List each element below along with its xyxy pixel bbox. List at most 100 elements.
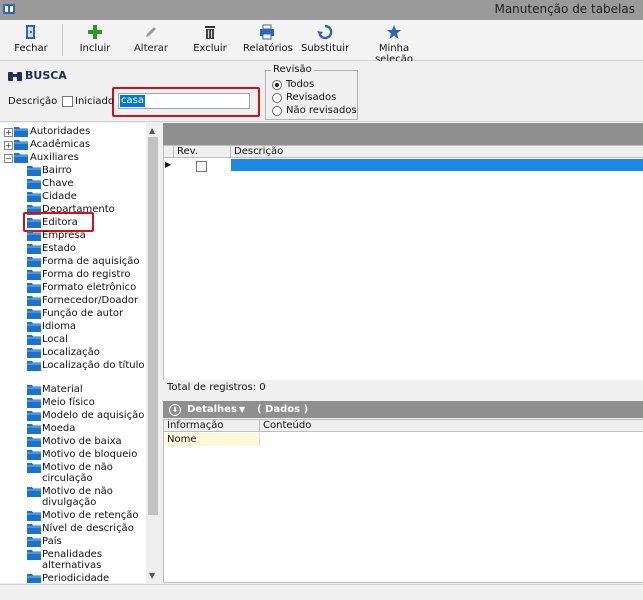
search-input[interactable]: casa [118,93,250,109]
grid-group-header [163,123,643,145]
star-icon [387,25,401,39]
radio-todos-label: Todos [286,79,315,90]
info-cell-nome: Nome [164,433,260,446]
folder-icon [27,574,41,583]
tree-item-label: Estado [42,243,77,254]
details-title: Detalhes [187,404,237,415]
folder-icon [14,153,28,163]
folder-icon [27,335,41,345]
tree-item-label: Motivo de retenção [42,510,139,521]
column-header-descricao[interactable]: Descrição [231,146,643,158]
incluir-button[interactable]: Incluir [70,24,120,58]
descricao-cell-selected[interactable] [231,159,643,171]
folder-icon [27,385,41,395]
tree-item-label: Meio físico [42,397,95,408]
search-panel: BUSCA Descrição Iniciado casa Revisão To… [0,61,643,122]
incluir-label: Incluir [79,43,111,54]
fechar-button[interactable]: Fechar [6,24,56,58]
excluir-label: Excluir [193,43,227,54]
tree-item-label: Nível de descrição [42,523,134,534]
folder-icon [14,127,28,137]
tree-scrollbar[interactable]: ▲ ▼ [146,123,160,583]
tree-item-label: Moeda [42,423,76,434]
folder-icon [27,450,41,460]
revisao-legend: Revisão [271,64,314,75]
scrollbar-thumb[interactable] [148,137,158,515]
total-records: Total de registros: 0 [163,380,643,396]
relatorios-button[interactable]: Relatórios [243,24,293,58]
folder-icon [27,550,41,560]
collapse-icon[interactable]: − [4,154,13,163]
trash-icon [205,26,215,39]
details-subtitle: ( Dados ) [257,404,309,415]
folder-icon [27,511,41,521]
folder-icon [27,231,41,241]
row-indicator-header [164,146,174,158]
folder-icon [27,270,41,280]
tree-item-label: Motivo de bloqueio [42,449,138,460]
highlight-box [23,212,94,232]
minha-selecao-button[interactable]: Minha seleção [361,24,427,65]
column-header-conteudo[interactable]: Conteúdo [260,420,643,432]
tree-item-label: Formato eletrônico [42,282,137,293]
collapse-icon[interactable]: ⬇ [169,404,181,416]
scroll-down-icon[interactable]: ▼ [149,571,155,580]
rev-checkbox[interactable] [196,161,207,172]
tree-root-label: Acadêmicas [30,139,91,150]
folder-icon [27,348,41,358]
excluir-button[interactable]: Excluir [185,24,235,58]
expand-icon[interactable]: + [4,141,13,150]
fechar-label: Fechar [14,43,48,54]
folder-icon [27,398,41,408]
folder-icon [27,296,41,306]
tree-item-label: Fornecedor/Doador [42,295,139,306]
tree-item-label: Penalidades alternativas [42,549,103,571]
folder-icon [27,244,41,254]
tree-item-label: Modelo de aquisição [42,410,145,421]
printer-icon [260,24,274,40]
title-bar: Manutenção de tabelas [0,0,643,20]
details-dropdown-icon[interactable]: ▼ [239,401,245,418]
iniciado-label: Iniciado [75,96,114,107]
search-input-value: casa [120,95,145,107]
scroll-up-icon[interactable]: ▲ [149,126,155,135]
radio-revisados-label: Revisados [286,92,337,103]
tree-item-label: Chave [42,178,74,189]
radio-todos[interactable] [272,80,282,90]
column-header-informacao[interactable]: Informação [164,420,260,432]
folder-icon [27,524,41,534]
tree-item-label: Função de autor [42,308,124,319]
folder-icon [14,140,28,150]
tree-item-label: Motivo de baixa [42,436,122,447]
folder-icon [27,283,41,293]
search-title: BUSCA [25,69,67,82]
radio-revisados[interactable] [272,93,282,103]
tree-item-label: Empresa [42,230,86,241]
row-pointer-icon: ▶ [165,160,172,169]
window-title: Manutenção de tabelas [494,2,635,16]
toolbar: Fechar Incluir Alterar Excluir Relatório… [0,20,643,65]
radio-nao-revisados[interactable] [272,106,282,116]
folder-icon [27,487,41,497]
refresh-icon [317,24,333,40]
description-label: Descrição [8,96,58,107]
tree-item-label: Local [42,334,68,345]
category-tree[interactable]: + Autoridades + Acadêmicas − Auxiliares Bairro… [0,123,147,583]
details-header[interactable]: ⬇ Detalhes ▼ ( Dados ) [163,401,643,418]
expand-icon[interactable]: + [4,128,13,137]
substituir-button[interactable]: Substituir [301,24,349,58]
content-cell-nome[interactable] [260,433,643,446]
tree-item-label: País [42,536,62,547]
records-grid[interactable]: Rev. Descrição ▶ [163,145,643,381]
column-header-rev[interactable]: Rev. [174,146,231,158]
tree-item-label: Periodicidade [42,573,110,583]
tree-item-label: Localização [42,347,100,358]
alterar-button[interactable]: Alterar [126,24,176,58]
tree-item-label: Material [42,384,83,395]
iniciado-checkbox[interactable] [62,96,73,107]
folder-icon [27,411,41,421]
folder-icon [27,537,41,547]
folder-icon [27,257,41,267]
details-grid[interactable]: Informação Conteúdo Nome [163,419,643,583]
tree-item-label: Bairro [42,165,72,176]
